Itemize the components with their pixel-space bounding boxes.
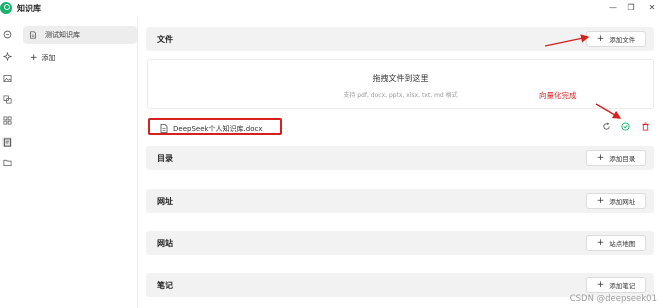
knowledge-base-icon[interactable] [2, 137, 12, 147]
main-content: 文件 + 添加文件 拖拽文件到这里 支持 pdf, docx, pptx, xl… [139, 17, 663, 308]
image-icon[interactable] [2, 73, 12, 83]
minimize-button[interactable]: — [607, 3, 619, 12]
grid-icon[interactable] [2, 115, 12, 125]
chat-icon[interactable] [2, 29, 12, 39]
plus-icon: + [596, 153, 605, 163]
refresh-icon[interactable] [601, 121, 612, 132]
file-dropzone[interactable]: 拖拽文件到这里 支持 pdf, docx, pptx, xlsx, txt, m… [147, 59, 654, 109]
section-title-notes: 笔记 [157, 281, 173, 290]
plus-icon: + [596, 34, 605, 44]
folder-icon[interactable] [2, 157, 12, 167]
annotation-label: 向量化完成 [539, 91, 577, 100]
add-url-button[interactable]: + 添加网址 [586, 193, 646, 209]
knowledge-base-list: 测试知识库 + 添加 [14, 17, 138, 308]
section-directory: 目录 + 添加目录 [146, 146, 654, 170]
add-file-button[interactable]: + 添加文件 [586, 31, 646, 47]
section-title-website: 网站 [157, 239, 173, 248]
sitemap-label: 站点地图 [609, 240, 636, 248]
sparkle-icon[interactable] [2, 51, 12, 61]
plus-icon: + [596, 196, 605, 206]
add-directory-label: 添加目录 [609, 155, 636, 163]
file-highlight-box: DeepSeek个人知识库.docx [148, 118, 282, 135]
add-note-button[interactable]: + 添加笔记 [586, 277, 646, 293]
delete-icon[interactable] [640, 121, 651, 132]
add-url-label: 添加网址 [609, 198, 636, 206]
section-website: 网站 + 站点地图 [146, 231, 654, 255]
plus-icon: + [596, 238, 605, 248]
document-icon [160, 124, 168, 133]
add-directory-button[interactable]: + 添加目录 [586, 150, 646, 166]
document-icon [30, 31, 36, 39]
plus-icon: + [596, 280, 605, 290]
add-kb-label: 添加 [41, 54, 56, 62]
vectorized-status-icon [620, 121, 631, 132]
section-title-directory: 目录 [157, 154, 173, 163]
section-files: 文件 + 添加文件 [146, 27, 654, 51]
section-url: 网址 + 添加网址 [146, 189, 654, 213]
restore-button[interactable]: ❐ [625, 3, 637, 12]
nav-rail [0, 17, 14, 308]
plus-icon: + [30, 53, 38, 63]
kb-item[interactable]: 测试知识库 [23, 26, 137, 44]
kb-item-label: 测试知识库 [45, 31, 80, 39]
file-name: DeepSeek个人知识库.docx [173, 125, 263, 133]
close-button[interactable]: ✕ [646, 3, 658, 12]
add-file-label: 添加文件 [609, 36, 636, 44]
add-kb-button[interactable]: + 添加 [30, 53, 56, 63]
title-bar: 知识库 — ❐ ✕ [0, 0, 663, 17]
add-note-label: 添加笔记 [609, 282, 636, 290]
dropzone-title: 拖拽文件到这里 [372, 74, 429, 83]
watermark: CSDN @deepseek01 [569, 294, 657, 304]
section-title-files: 文件 [157, 35, 173, 44]
window-title: 知识库 [17, 4, 41, 13]
app-logo-icon [0, 2, 12, 14]
dropzone-hint: 支持 pdf, docx, pptx, xlsx, txt, md 格式 [343, 92, 458, 99]
translate-icon[interactable] [2, 94, 12, 104]
file-item: DeepSeek个人知识库.docx [146, 118, 654, 135]
sitemap-button[interactable]: + 站点地图 [586, 235, 646, 251]
section-title-url: 网址 [157, 197, 173, 206]
